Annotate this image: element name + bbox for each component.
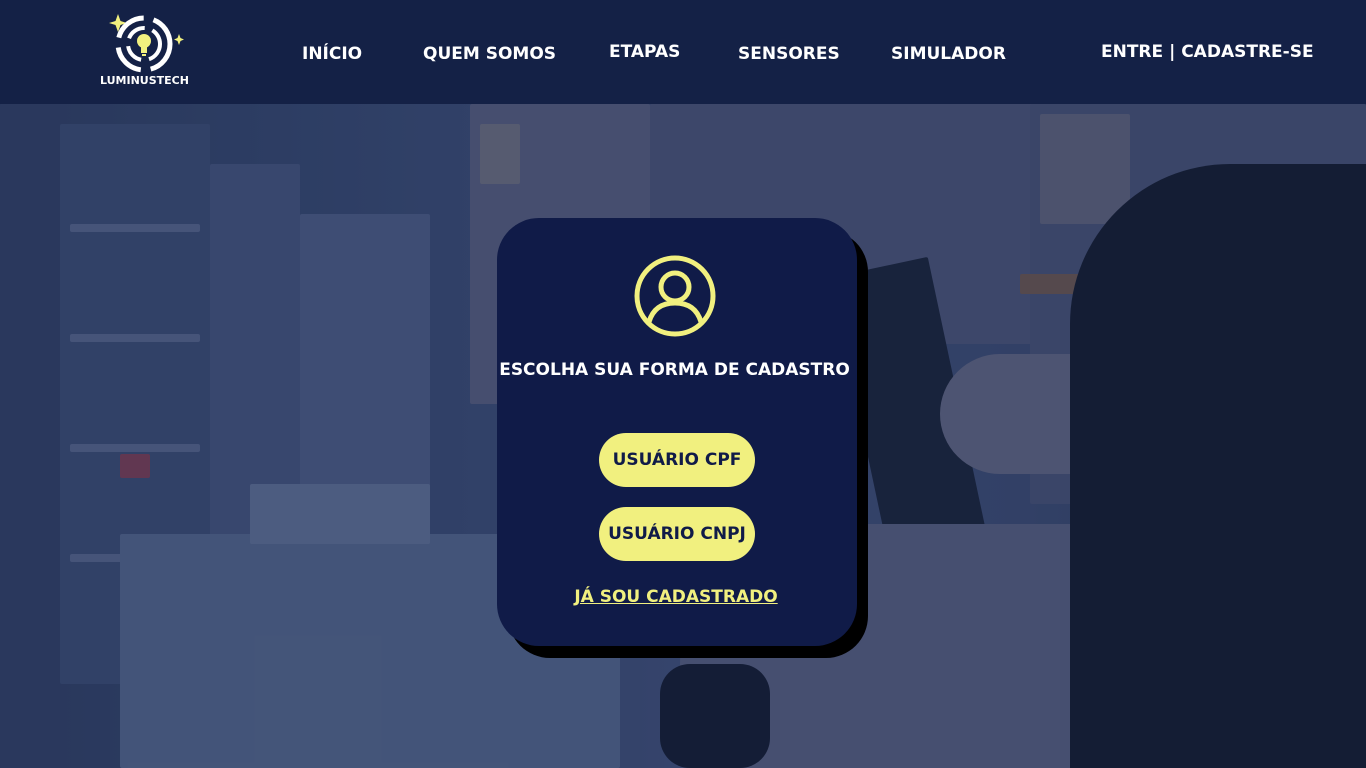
lightbulb-swirl-logo-icon — [109, 14, 184, 73]
brand-name: LUMINUSTECH — [100, 74, 189, 87]
usuario-cnpj-button[interactable]: USUÁRIO CNPJ — [599, 507, 755, 561]
nav-item-inicio[interactable]: INÍCIO — [302, 44, 362, 64]
nav-item-sensores[interactable]: SENSORES — [738, 44, 840, 64]
auth-links: ENTRE | CADASTRE-SE — [1101, 42, 1314, 62]
signup-link[interactable]: CADASTRE-SE — [1181, 42, 1313, 62]
auth-separator: | — [1169, 42, 1176, 62]
top-navbar: LUMINUSTECH INÍCIO QUEM SOMOS ETAPAS SEN… — [0, 0, 1366, 104]
already-registered-link[interactable]: JÁ SOU CADASTRADO — [497, 587, 855, 607]
login-link[interactable]: ENTRE — [1101, 42, 1163, 62]
usuario-cpf-button[interactable]: USUÁRIO CPF — [599, 433, 755, 487]
card-title: ESCOLHA SUA FORMA DE CADASTRO — [499, 360, 850, 380]
nav-item-etapas[interactable]: ETAPAS — [609, 42, 680, 62]
signup-choice-card: ESCOLHA SUA FORMA DE CADASTRO USUÁRIO CP… — [497, 218, 857, 646]
nav-item-simulador[interactable]: SIMULADOR — [891, 44, 1006, 64]
user-circle-icon — [634, 255, 716, 337]
page: LUMINUSTECH INÍCIO QUEM SOMOS ETAPAS SEN… — [0, 0, 1366, 768]
brand-logo[interactable]: LUMINUSTECH — [100, 10, 190, 90]
nav-item-quem-somos[interactable]: QUEM SOMOS — [423, 44, 556, 64]
